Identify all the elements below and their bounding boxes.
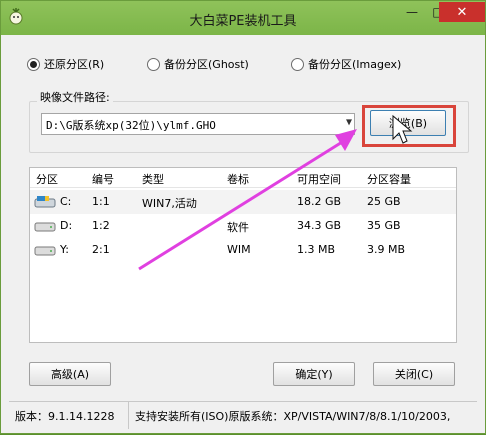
col-header-type[interactable]: 类型 — [142, 171, 164, 187]
cell-number: 1:1 — [92, 195, 110, 208]
cell-size: 25 GB — [367, 195, 401, 208]
col-header-label[interactable]: 卷标 — [227, 171, 249, 187]
cell-size: 3.9 MB — [367, 243, 406, 256]
installer-window: 大白菜PE装机工具 — □ ✕ 还原分区(R) 备份分区(Ghost) 备份分区… — [0, 0, 486, 434]
image-path-label: 映像文件路径: — [37, 89, 113, 105]
cell-number: 2:1 — [92, 243, 110, 256]
status-bar: 版本：9.1.14.1228 支持安装所有(ISO)原版系统：XP/VISTA/… — [9, 401, 477, 429]
cell-drive: C: — [60, 195, 72, 208]
radio-backup-ghost-label: 备份分区(Ghost) — [164, 58, 249, 71]
hard-drive-icon — [34, 222, 56, 232]
chevron-down-icon[interactable]: ▼ — [346, 117, 352, 128]
partition-table[interactable]: 分区 编号 类型 卷标 可用空间 分区容量 C: 1:1 WIN7,活动 18.… — [29, 167, 457, 343]
radio-restore-label: 还原分区(R) — [44, 58, 105, 71]
image-path-value: D:\G版系统xp(32位)\ylmf.GHO — [46, 119, 216, 132]
table-row[interactable]: Y: 2:1 WIM 1.3 MB 3.9 MB — [30, 238, 456, 262]
cell-drive: D: — [60, 219, 73, 232]
radio-backup-ghost[interactable]: 备份分区(Ghost) — [147, 55, 249, 73]
cell-type: WIN7,活动 — [142, 197, 197, 210]
col-header-size[interactable]: 分区容量 — [367, 171, 411, 187]
cell-free: 34.3 GB — [297, 219, 342, 232]
status-version: 版本：9.1.14.1228 — [9, 402, 129, 429]
table-row[interactable]: D: 1:2 软件 34.3 GB 35 GB — [30, 214, 456, 238]
close-button[interactable]: 关闭(C) — [373, 362, 455, 386]
ok-button[interactable]: 确定(Y) — [273, 362, 355, 386]
hard-drive-icon — [34, 246, 56, 256]
close-window-button[interactable]: ✕ — [439, 2, 485, 22]
cell-label: 软件 — [227, 221, 249, 234]
radio-dot-icon[interactable] — [147, 57, 160, 71]
cell-label: WIM — [227, 243, 251, 256]
col-header-partition[interactable]: 分区 — [36, 171, 58, 187]
col-header-number[interactable]: 编号 — [92, 171, 114, 187]
cell-drive: Y: — [60, 243, 69, 256]
minimize-button[interactable]: — — [399, 2, 425, 22]
image-path-combobox[interactable]: D:\G版系统xp(32位)\ylmf.GHO ▼ — [41, 113, 355, 135]
col-header-free[interactable]: 可用空间 — [297, 171, 341, 187]
title-bar[interactable]: 大白菜PE装机工具 — □ ✕ — [1, 1, 485, 35]
system-drive-icon — [34, 196, 56, 208]
client-area: 还原分区(R) 备份分区(Ghost) 备份分区(Imagex) 映像文件路径:… — [9, 39, 477, 431]
advanced-button[interactable]: 高级(A) — [29, 362, 111, 386]
cell-size: 35 GB — [367, 219, 401, 232]
browse-button[interactable]: 浏览(B) — [370, 110, 446, 136]
radio-dot-icon[interactable] — [27, 57, 40, 71]
table-header: 分区 编号 类型 卷标 可用空间 分区容量 — [30, 168, 456, 188]
radio-backup-imagex-label: 备份分区(Imagex) — [308, 58, 402, 71]
table-row[interactable]: C: 1:1 WIN7,活动 18.2 GB 25 GB — [30, 190, 456, 214]
cell-free: 18.2 GB — [297, 195, 342, 208]
radio-dot-icon[interactable] — [291, 57, 304, 71]
radio-backup-imagex[interactable]: 备份分区(Imagex) — [291, 55, 401, 73]
radio-restore[interactable]: 还原分区(R) — [27, 55, 104, 73]
cell-number: 1:2 — [92, 219, 110, 232]
cell-free: 1.3 MB — [297, 243, 336, 256]
status-support: 支持安装所有(ISO)原版系统：XP/VISTA/WIN7/8/8.1/10/2… — [135, 409, 451, 423]
